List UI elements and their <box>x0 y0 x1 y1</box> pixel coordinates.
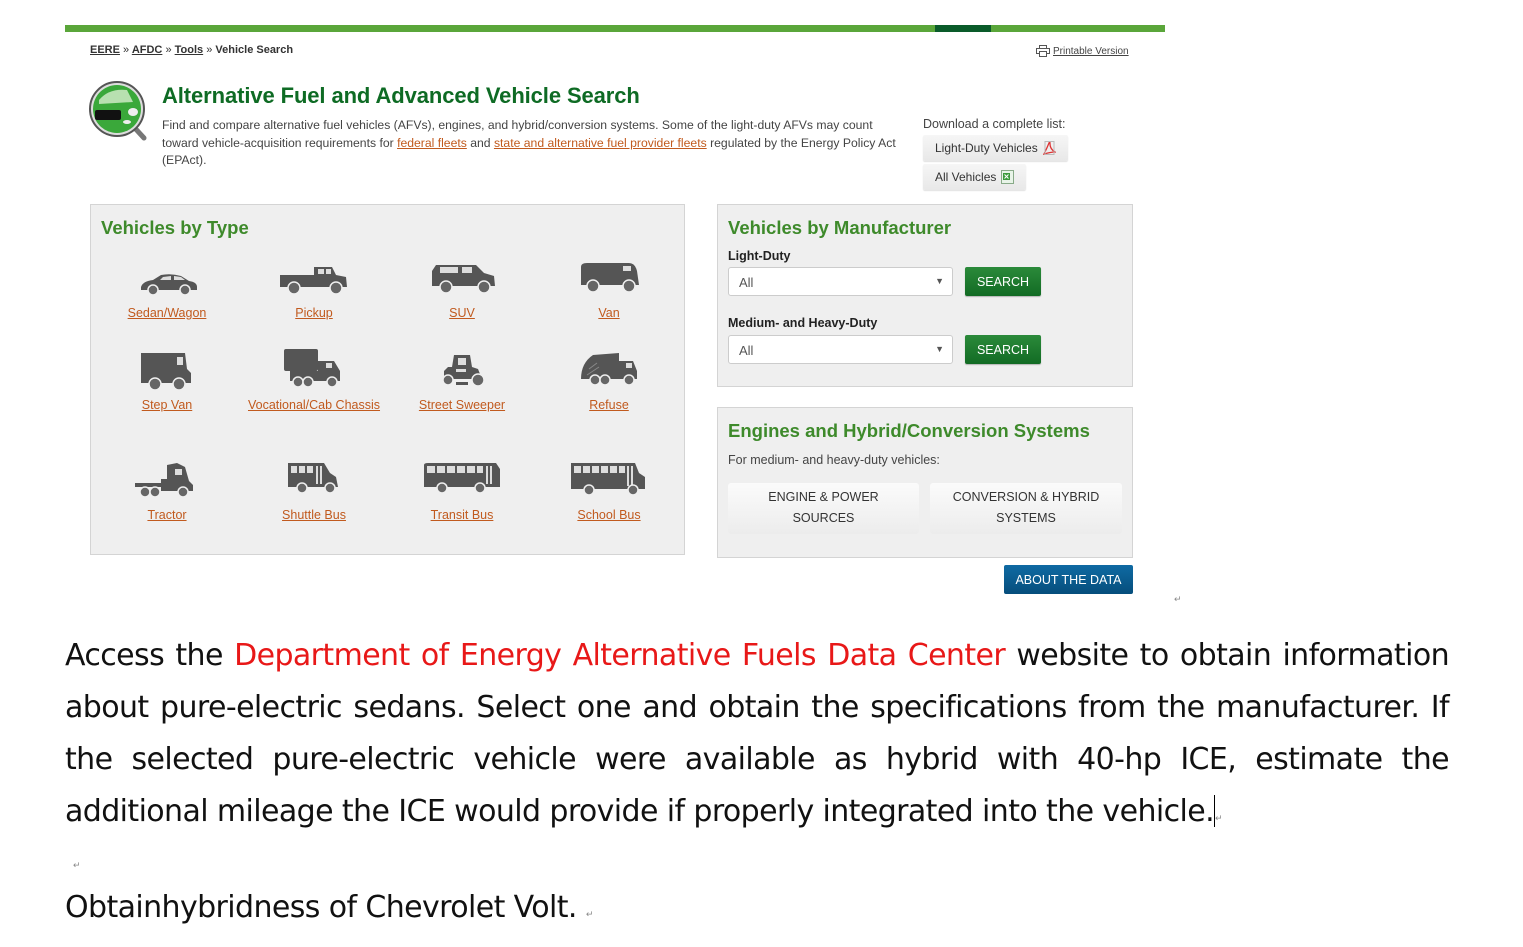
vehicle-type-item[interactable]: Step Van <box>93 347 241 414</box>
download-label: Download a complete list: <box>923 117 1066 131</box>
heavy-duty-label: Medium- and Heavy-Duty <box>728 316 878 330</box>
light-duty-label: Light-Duty <box>728 249 791 263</box>
suv-icon[interactable] <box>422 255 502 299</box>
document-paragraph-1[interactable]: Access the Department of Energy Alternat… <box>65 630 1450 845</box>
vehicle-type-item[interactable]: Street Sweeper <box>388 347 536 414</box>
transit-bus-icon[interactable] <box>422 457 502 501</box>
download-all-vehicles-label: All Vehicles <box>935 170 997 184</box>
paragraph-mark: ↵ <box>73 860 81 870</box>
vehicle-type-item[interactable]: Van <box>535 255 683 322</box>
van-icon[interactable] <box>569 255 649 299</box>
vehicle-type-link[interactable]: Pickup <box>240 305 388 322</box>
conversion-btn-line2: SYSTEMS <box>996 511 1056 525</box>
breadcrumb-separator: » <box>206 44 213 56</box>
breadcrumb-separator: » <box>123 44 130 56</box>
breadcrumb-separator: » <box>165 44 172 56</box>
para2-text: Obtainhybridness of Chevrolet Volt. <box>65 890 577 925</box>
conversion-hybrid-systems-button[interactable]: CONVERSION & HYBRID SYSTEMS <box>930 483 1122 534</box>
engines-subtitle: For medium- and heavy-duty vehicles: <box>728 453 940 467</box>
vehicles-by-manufacturer-heading: Vehicles by Manufacturer <box>728 217 952 238</box>
vehicle-type-link[interactable]: Vocational/Cab Chassis <box>240 397 388 414</box>
light-duty-select-value: All <box>739 275 754 290</box>
paragraph-mark: ↵ <box>1215 814 1223 824</box>
para1-text-start: Access the <box>65 638 235 673</box>
shuttle-bus-icon[interactable] <box>274 457 354 501</box>
engine-btn-line2: SOURCES <box>792 511 855 525</box>
download-light-duty-button[interactable]: Light-Duty Vehicles <box>923 135 1068 161</box>
embedded-webpage-screenshot: EERE » AFDC » Tools » Vehicle Search Pri… <box>65 25 1165 605</box>
vehicle-type-item[interactable]: Transit Bus <box>388 457 536 524</box>
vehicle-type-item[interactable]: School Bus <box>535 457 683 524</box>
vehicles-by-type-heading: Vehicles by Type <box>101 217 249 238</box>
vehicle-type-link[interactable]: Refuse <box>535 397 683 414</box>
vehicle-type-link[interactable]: Shuttle Bus <box>240 507 388 524</box>
printable-version-link[interactable]: Printable Version <box>1053 46 1129 57</box>
vehicle-type-item[interactable]: SUV <box>388 255 536 322</box>
sedan-icon[interactable] <box>127 255 207 299</box>
vehicle-type-item[interactable]: Shuttle Bus <box>240 457 388 524</box>
vehicle-type-item[interactable]: Sedan/Wagon <box>93 255 241 322</box>
street-sweeper-icon[interactable] <box>422 347 502 391</box>
heavy-duty-manufacturer-select[interactable]: All ▼ <box>728 335 953 364</box>
printer-icon <box>1036 45 1050 57</box>
vehicle-type-item[interactable]: Pickup <box>240 255 388 322</box>
vehicle-type-item[interactable]: Vocational/Cab Chassis <box>240 347 388 414</box>
vehicle-type-link[interactable]: Transit Bus <box>388 507 536 524</box>
paragraph-mark: ↵ <box>585 910 594 920</box>
cab-chassis-icon[interactable] <box>274 347 354 391</box>
vehicle-type-link[interactable]: SUV <box>388 305 536 322</box>
vehicle-type-link[interactable]: Step Van <box>93 397 241 414</box>
tractor-icon[interactable] <box>127 457 207 501</box>
vehicle-type-link[interactable]: Tractor <box>93 507 241 524</box>
step-van-icon[interactable] <box>127 347 207 391</box>
engines-hybrid-panel: Engines and Hybrid/Conversion Systems Fo… <box>717 407 1133 558</box>
page-title: Alternative Fuel and Advanced Vehicle Se… <box>162 83 640 108</box>
engine-btn-line1: ENGINE & POWER <box>768 490 879 504</box>
pdf-icon <box>1042 141 1056 155</box>
state-fleets-link[interactable]: state and alternative fuel provider flee… <box>494 136 707 150</box>
excel-icon <box>1001 170 1015 184</box>
breadcrumb-tools[interactable]: Tools <box>175 44 204 56</box>
top-accent-bar <box>65 25 1165 32</box>
breadcrumb: EERE » AFDC » Tools » Vehicle Search <box>90 44 293 56</box>
refuse-truck-icon[interactable] <box>569 347 649 391</box>
download-all-vehicles-button[interactable]: All Vehicles <box>923 164 1027 190</box>
breadcrumb-current: Vehicle Search <box>215 44 294 56</box>
intro-text: Find and compare alternative fuel vehicl… <box>162 118 896 167</box>
breadcrumb-afdc[interactable]: AFDC <box>132 44 163 56</box>
heavy-duty-search-button[interactable]: SEARCH <box>965 335 1041 364</box>
about-the-data-button[interactable]: ABOUT THE DATA <box>1004 565 1133 594</box>
para1-highlighted-text: Department of Energy Alternative Fuels D… <box>234 638 1006 673</box>
dropdown-arrow-icon: ▼ <box>935 276 944 286</box>
paragraph-mark: ↵ <box>1174 594 1182 604</box>
vehicle-type-link[interactable]: Street Sweeper <box>388 397 536 414</box>
vehicle-type-link[interactable]: Sedan/Wagon <box>93 305 241 322</box>
heavy-duty-select-value: All <box>739 343 754 358</box>
school-bus-icon[interactable] <box>569 457 649 501</box>
top-accent-bar-highlight <box>935 25 991 32</box>
vehicle-type-item[interactable]: Refuse <box>535 347 683 414</box>
conversion-btn-line1: CONVERSION & HYBRID <box>952 490 1100 504</box>
federal-fleets-link[interactable]: federal fleets <box>397 136 467 150</box>
vehicles-by-type-panel: Vehicles by Type Sedan/Wagon Pickup SUV Van… <box>90 204 685 555</box>
vehicle-type-item[interactable]: Tractor <box>93 457 241 524</box>
breadcrumb-eere[interactable]: EERE <box>90 44 120 56</box>
engines-hybrid-heading: Engines and Hybrid/Conversion Systems <box>728 420 1090 441</box>
download-light-duty-label: Light-Duty Vehicles <box>935 141 1038 155</box>
vehicle-type-link[interactable]: Van <box>535 305 683 322</box>
light-duty-manufacturer-select[interactable]: All ▼ <box>728 267 953 296</box>
dropdown-arrow-icon: ▼ <box>935 344 944 354</box>
vehicle-type-link[interactable]: School Bus <box>535 507 683 524</box>
engine-power-sources-button[interactable]: ENGINE & POWER SOURCES <box>728 483 919 534</box>
document-paragraph-2[interactable]: Obtainhybridness of Chevrolet Volt. ↵ <box>65 890 593 925</box>
light-duty-search-button[interactable]: SEARCH <box>965 267 1041 296</box>
vehicle-search-logo-icon <box>89 81 147 141</box>
pickup-icon[interactable] <box>274 255 354 299</box>
printable-version[interactable]: Printable Version <box>1036 45 1129 57</box>
vehicles-by-manufacturer-panel: Vehicles by Manufacturer Light-Duty All … <box>717 204 1133 387</box>
